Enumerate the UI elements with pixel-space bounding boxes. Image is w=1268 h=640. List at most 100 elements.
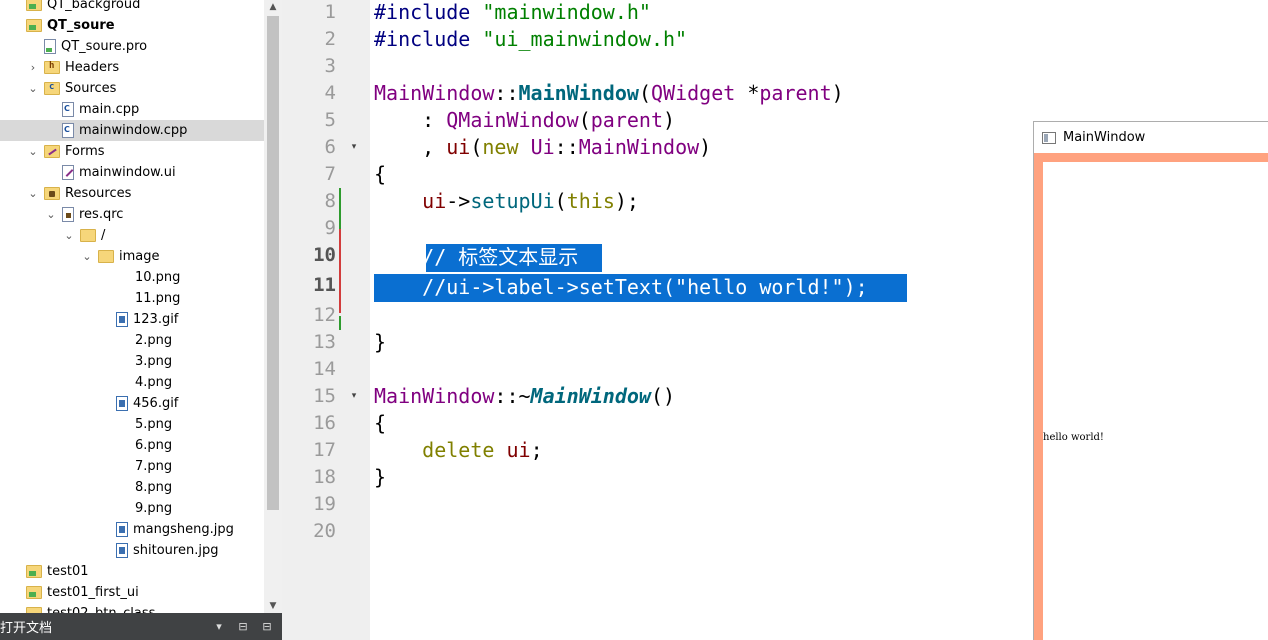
collapse-arrow-icon[interactable]: › — [26, 61, 40, 75]
code-token: MainWindow — [518, 81, 639, 105]
tree-item[interactable]: test01 — [0, 561, 264, 582]
tree-item[interactable]: 8.png — [0, 477, 264, 498]
scroll-up-arrow-icon[interactable]: ▲ — [264, 0, 282, 14]
tree-item[interactable]: QT_backgroud — [0, 0, 264, 15]
code-line[interactable]: MainWindow::~MainWindow() — [374, 383, 675, 410]
code-token: MainWindow — [374, 81, 495, 105]
tree-item-label: Sources — [65, 81, 117, 96]
tree-item-label: 5.png — [135, 417, 173, 432]
project-tree[interactable]: QT_backgroud QT_soure QT_soure.pro › Headers… — [0, 0, 282, 640]
fold-arrow-icon[interactable]: ▾ — [348, 134, 360, 161]
tree-item[interactable]: 10.png — [0, 267, 264, 288]
code-line[interactable]: : QMainWindow(parent) — [374, 107, 675, 134]
resources-folder-icon — [44, 187, 60, 200]
tree-item[interactable]: 11.png — [0, 288, 264, 309]
tree-item[interactable]: QT_soure.pro — [0, 36, 264, 57]
tree-item[interactable]: ⌄ Forms — [0, 141, 264, 162]
line-number-gutter: 1 2 3 4 5 6 ▾ 7 8 9 10 11 12 13 14 15 ▾ 16 17 18 19 20 — [282, 0, 370, 640]
tree-item[interactable]: mangsheng.jpg — [0, 519, 264, 540]
split-view-icon[interactable]: ⊟ — [234, 618, 252, 636]
tree-item[interactable]: 6.png — [0, 435, 264, 456]
code-token: ui — [506, 438, 531, 462]
tree-item[interactable]: 2.png — [0, 330, 264, 351]
code-line[interactable]: } — [374, 329, 386, 356]
tree-item[interactable]: 3.png — [0, 351, 264, 372]
tree-scrollbar[interactable]: ▲ ▼ — [264, 0, 282, 613]
expand-arrow-icon[interactable]: ⌄ — [26, 187, 40, 201]
expand-arrow-icon[interactable]: ⌄ — [62, 229, 76, 243]
tree-item[interactable]: ⌄ / — [0, 225, 264, 246]
cpp-file-icon — [62, 102, 74, 117]
tree-item[interactable]: ⌄ Sources — [0, 78, 264, 99]
tree-item[interactable]: main.cpp — [0, 99, 264, 120]
code-line[interactable]: MainWindow::MainWindow(QWidget *parent) — [374, 80, 844, 107]
code-token: ( — [578, 108, 591, 132]
arrow-spacer — [8, 565, 22, 579]
forms-folder-icon — [44, 145, 60, 158]
no-icon — [116, 270, 130, 286]
tree-item-label: 456.gif — [133, 396, 179, 411]
tree-item[interactable]: 5.png — [0, 414, 264, 435]
scrollbar-thumb[interactable] — [267, 16, 279, 510]
code-token: ) — [699, 135, 712, 159]
sources-folder-icon — [44, 82, 60, 95]
tree-item[interactable]: shitouren.jpg — [0, 540, 264, 561]
code-line[interactable]: { — [374, 161, 386, 188]
scroll-down-arrow-icon[interactable]: ▼ — [264, 599, 282, 613]
expand-arrow-icon[interactable]: ⌄ — [44, 208, 58, 222]
expand-arrow-icon[interactable]: ⌄ — [80, 250, 94, 264]
arrow-spacer — [98, 439, 112, 453]
arrow-spacer — [8, 586, 22, 600]
hello-label: hello world! — [1043, 432, 1104, 443]
code-token: ); — [614, 189, 639, 213]
close-panel-icon[interactable]: ⊟ — [258, 618, 276, 636]
tree-item[interactable]: ⌄ image — [0, 246, 264, 267]
tree-item[interactable]: test01_first_ui — [0, 582, 264, 603]
dropdown-arrow-icon[interactable]: ▾ — [210, 618, 228, 636]
code-line[interactable]: , ui(new Ui::MainWindow) — [374, 134, 711, 161]
no-icon — [116, 501, 130, 517]
code-token: , — [374, 135, 447, 159]
code-token: #include — [374, 27, 483, 51]
expand-arrow-icon[interactable]: ⌄ — [26, 145, 40, 159]
fold-arrow-icon[interactable]: ▾ — [348, 383, 360, 410]
tree-item-label: 7.png — [135, 459, 173, 474]
tree-item-label: 6.png — [135, 438, 173, 453]
expand-arrow-icon[interactable]: ⌄ — [26, 82, 40, 96]
code-line[interactable]: ui->setupUi(this); — [374, 188, 639, 215]
tree-item[interactable]: ⌄ res.qrc — [0, 204, 264, 225]
code-line[interactable]: delete ui; — [374, 437, 542, 464]
code-line[interactable]: } — [374, 464, 386, 491]
code-token: this — [566, 189, 615, 213]
tree-item[interactable]: ⌄ Resources — [0, 183, 264, 204]
tree-item[interactable]: 7.png — [0, 456, 264, 477]
tree-item[interactable]: 456.gif — [0, 393, 264, 414]
tree-item[interactable]: 123.gif — [0, 309, 264, 330]
pro-file-icon — [44, 39, 56, 54]
code-token: { — [374, 411, 387, 435]
code-line[interactable]: { — [374, 410, 386, 437]
line-number: 14 — [313, 358, 336, 380]
tree-item[interactable]: › Headers — [0, 57, 264, 78]
tree-item[interactable]: 9.png — [0, 498, 264, 519]
project-folder-icon — [26, 0, 42, 11]
tree-item-label: 123.gif — [133, 312, 179, 327]
tree-item[interactable]: QT_soure — [0, 15, 264, 36]
code-line[interactable]: //ui->label->setText("hello world!"); — [374, 274, 868, 302]
tree-item-label: test01_first_ui — [47, 585, 139, 600]
tree-item[interactable]: mainwindow.ui — [0, 162, 264, 183]
gif-file-icon — [116, 543, 128, 558]
code-line[interactable]: // 标签文本显示 — [374, 244, 590, 272]
tree-item[interactable]: mainwindow.cpp — [0, 120, 264, 141]
code-line[interactable]: #include "ui_mainwindow.h" — [374, 26, 687, 53]
tree-item[interactable]: 4.png — [0, 372, 264, 393]
line-number: 9 — [324, 217, 336, 239]
code-token: * — [735, 81, 760, 105]
arrow-spacer — [98, 418, 112, 432]
preview-titlebar[interactable]: MainWindow — [1034, 122, 1268, 153]
code-line[interactable]: #include "mainwindow.h" — [374, 0, 651, 26]
gif-file-icon — [116, 396, 128, 411]
project-folder-icon — [26, 586, 42, 599]
